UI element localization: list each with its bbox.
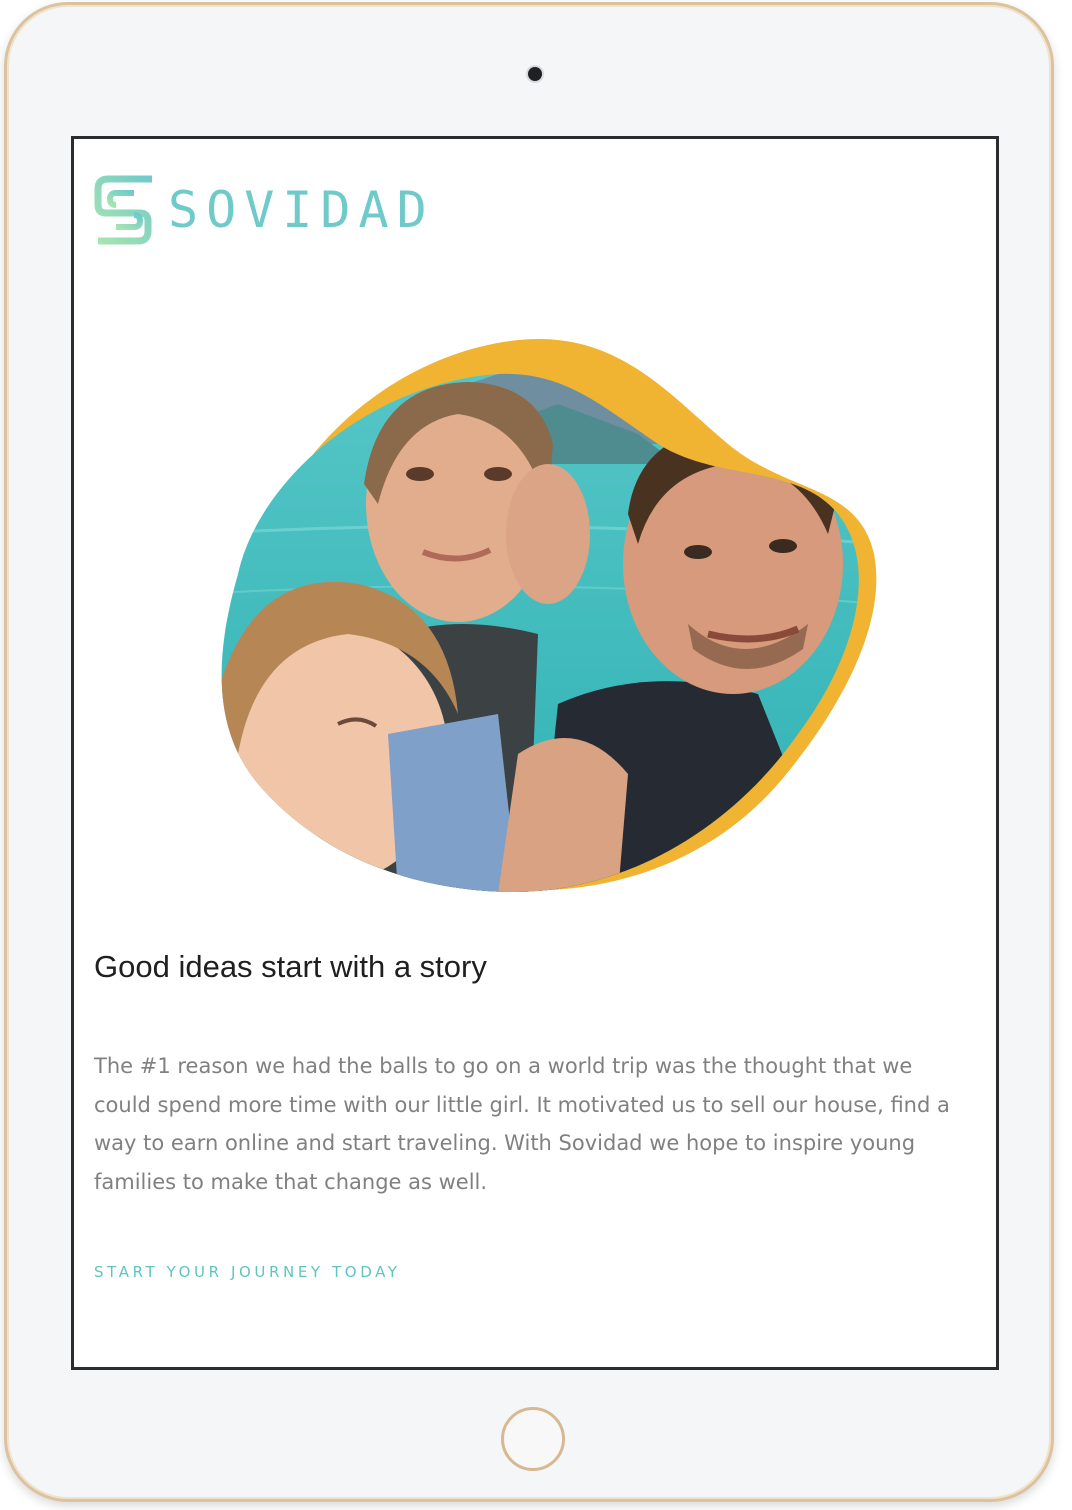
- story-paragraph: The #1 reason we had the balls to go on …: [94, 1054, 950, 1194]
- page-headline: Good ideas start with a story: [94, 949, 487, 984]
- tablet-screen: SOVIDAD Good ideas start with a story Th…: [71, 136, 999, 1370]
- hero-family-photo: [221, 338, 877, 893]
- home-button[interactable]: [501, 1407, 565, 1471]
- front-camera: [528, 67, 542, 81]
- start-journey-link[interactable]: START YOUR JOURNEY TODAY: [94, 1263, 401, 1281]
- brand-logo[interactable]: SOVIDAD: [94, 171, 435, 249]
- sovidad-s-logo-icon: [94, 175, 152, 245]
- tablet-device-frame: SOVIDAD Good ideas start with a story Th…: [4, 2, 1054, 1502]
- brand-wordmark: SOVIDAD: [168, 181, 435, 239]
